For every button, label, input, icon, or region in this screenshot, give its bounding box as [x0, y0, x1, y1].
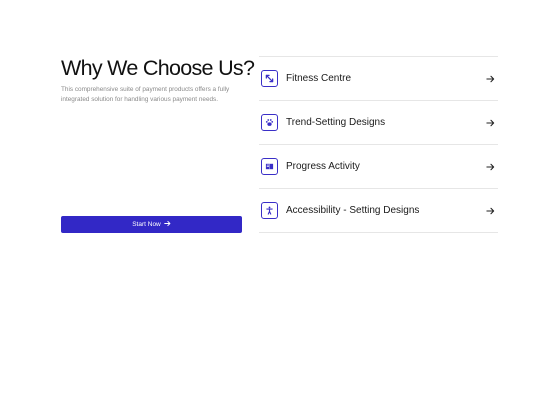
section-title: Why We Choose Us? [61, 56, 255, 80]
feature-label: Fitness Centre [286, 73, 352, 84]
feature-item-progress-activity[interactable]: Progress Activity [259, 145, 498, 189]
accessibility-icon [261, 202, 278, 219]
arrow-right-icon [486, 206, 495, 215]
feature-item-accessibility[interactable]: Accessibility - Setting Designs [259, 189, 498, 233]
feature-list: Fitness Centre Trend-Setting Designs Pro… [259, 56, 498, 233]
arrow-right-icon [486, 74, 495, 83]
arrow-right-icon [486, 162, 495, 171]
page: Why We Choose Us? This comprehensive sui… [0, 0, 560, 400]
expand-arrows-icon [261, 70, 278, 87]
intro-section: Why We Choose Us? This comprehensive sui… [61, 55, 255, 105]
section-description: This comprehensive suite of payment prod… [61, 86, 230, 103]
feature-label: Progress Activity [286, 161, 360, 172]
start-now-button[interactable]: Start Now [61, 216, 242, 233]
arrow-right-icon [164, 220, 171, 229]
feature-item-fitness-centre[interactable]: Fitness Centre [259, 57, 498, 101]
feature-label: Accessibility - Setting Designs [286, 205, 420, 216]
feature-label: Trend-Setting Designs [286, 117, 386, 128]
book-icon [261, 158, 278, 175]
arrow-right-icon [486, 118, 495, 127]
feature-item-trend-setting-designs[interactable]: Trend-Setting Designs [259, 101, 498, 145]
paw-icon [261, 114, 278, 131]
start-now-label: Start Now [132, 221, 161, 228]
